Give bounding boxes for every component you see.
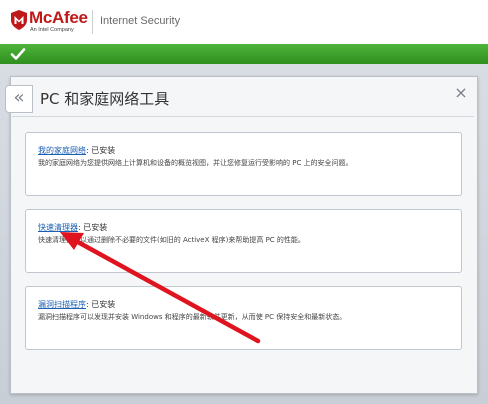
quick-clean-link[interactable]: 快速清理器 bbox=[38, 223, 78, 232]
install-status: : 已安装 bbox=[78, 223, 108, 232]
card-home-network: 我的家庭网络: 已安装 我的家庭网络为您提供网络上计算机和设备的概览视图，并让您… bbox=[25, 132, 462, 196]
title-divider bbox=[12, 116, 474, 117]
card-vulnerability-scanner: 漏洞扫描程序: 已安装 漏洞扫描程序可以发现并安装 Windows 和程序的最新… bbox=[25, 286, 462, 350]
card-description: 快速清理器可以通过删除不必要的文件(如旧的 ActiveX 程序)来帮助提高 P… bbox=[38, 236, 305, 244]
checkmark-icon bbox=[10, 48, 26, 60]
panel-title: PC 和家庭网络工具 bbox=[40, 90, 170, 108]
header-divider bbox=[92, 10, 93, 34]
mcafee-logo: McAfee An Intel Company bbox=[10, 6, 90, 38]
product-name: Internet Security bbox=[100, 15, 181, 27]
card-quick-clean: 快速清理器: 已安装 快速清理器可以通过删除不必要的文件(如旧的 ActiveX… bbox=[25, 209, 462, 273]
back-button[interactable]: « bbox=[5, 85, 33, 113]
home-network-link[interactable]: 我的家庭网络 bbox=[38, 146, 86, 155]
brand-name: McAfee bbox=[29, 8, 88, 27]
card-description: 漏洞扫描程序可以发现并安装 Windows 和程序的最新软件更新，从而使 PC … bbox=[38, 313, 347, 321]
double-chevron-left-icon: « bbox=[13, 87, 25, 108]
protection-status-bar bbox=[0, 44, 488, 64]
brand-tagline: An Intel Company bbox=[30, 27, 74, 33]
card-heading: 漏洞扫描程序: 已安装 bbox=[38, 299, 115, 310]
vulnerability-scanner-link[interactable]: 漏洞扫描程序 bbox=[38, 300, 86, 309]
close-icon: × bbox=[454, 83, 468, 102]
app-header: McAfee An Intel Company Internet Securit… bbox=[0, 0, 488, 44]
mcafee-shield-icon bbox=[11, 10, 27, 30]
install-status: : 已安装 bbox=[86, 146, 116, 155]
close-button[interactable]: × bbox=[452, 84, 470, 102]
install-status: : 已安装 bbox=[86, 300, 116, 309]
card-heading: 我的家庭网络: 已安装 bbox=[38, 145, 115, 156]
card-description: 我的家庭网络为您提供网络上计算机和设备的概览视图，并让您修复运行受影响的 PC … bbox=[38, 159, 353, 167]
card-heading: 快速清理器: 已安装 bbox=[38, 222, 107, 233]
